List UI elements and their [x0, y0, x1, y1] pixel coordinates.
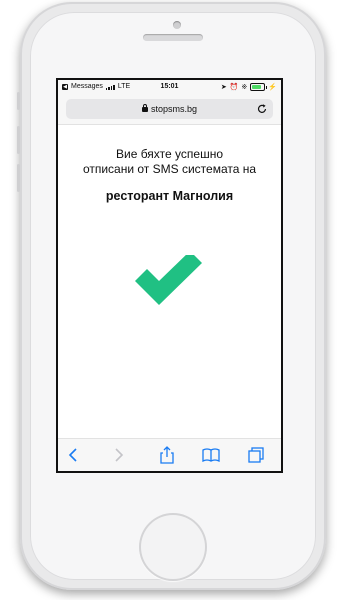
browser-toolbar [58, 438, 281, 471]
earpiece-speaker [143, 34, 203, 41]
tabs-icon[interactable] [246, 445, 266, 465]
address-bar-area: stopsms.bg [58, 96, 281, 125]
share-icon[interactable] [157, 445, 177, 465]
bluetooth-icon: ※ [241, 84, 248, 91]
message-line-1: Вие бяхте успешно [115, 147, 224, 161]
address-bar[interactable]: stopsms.bg [66, 99, 273, 119]
volume-down-button [17, 164, 20, 192]
status-bar: ◀ Messages LTE 15:01 ➤ ⏰ ※ ⚡ [58, 80, 281, 96]
forward-icon[interactable] [108, 445, 128, 465]
reload-icon[interactable] [256, 103, 268, 115]
home-button[interactable] [139, 513, 207, 581]
mute-switch [17, 92, 20, 110]
battery-icon [250, 83, 268, 91]
message-line-2: отписани от SMS системата на [82, 162, 257, 176]
bookmarks-icon[interactable] [201, 445, 221, 465]
volume-up-button [17, 126, 20, 154]
back-icon[interactable] [64, 445, 84, 465]
restaurant-name: ресторант Магнолия [105, 189, 234, 203]
lock-icon [141, 104, 148, 112]
check-icon [135, 255, 202, 305]
url-text[interactable]: stopsms.bg [151, 104, 197, 114]
front-camera [173, 21, 181, 29]
page-content: Вие бяхте успешно отписани от SMS систем… [58, 125, 281, 435]
charging-icon: ⚡ [268, 84, 277, 91]
phone-screen: ◀ Messages LTE 15:01 ➤ ⏰ ※ ⚡ stopsms.bg [56, 78, 283, 473]
alarm-icon: ⏰ [229, 84, 239, 91]
location-icon: ➤ [220, 84, 227, 91]
